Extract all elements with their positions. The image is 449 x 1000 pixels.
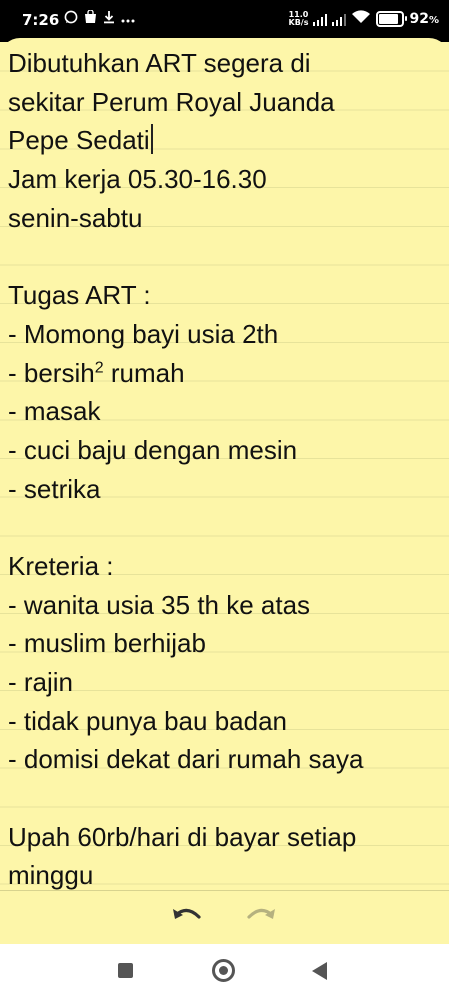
note-line — [8, 237, 441, 276]
battery-icon — [376, 10, 408, 27]
download-icon — [103, 10, 115, 28]
note-line — [8, 508, 441, 547]
screen: 7:26 11.0 KB/s 92% Dibutuhkan ART segera… — [0, 0, 449, 1000]
note-line: - tidak punya bau badan — [8, 705, 287, 736]
note-line: - muslim berhijab — [8, 628, 206, 659]
note-line: Kreteria : — [8, 550, 114, 581]
wifi-icon — [351, 9, 371, 28]
note-line: - rajin — [8, 667, 74, 697]
signal-2-icon — [332, 12, 347, 26]
note-line — [8, 779, 441, 818]
note-line: Tugas ART : — [8, 280, 151, 311]
note-line: Upah 60rb/hari di bayar setiap — [8, 821, 357, 852]
store-icon — [84, 9, 97, 28]
recents-icon[interactable] — [118, 963, 133, 978]
note-line: - Momong bayi usia 2th — [8, 318, 279, 349]
note-line: sekitar Perum Royal Juanda — [8, 86, 335, 117]
status-time: 7:26 — [22, 11, 60, 29]
back-icon[interactable] — [312, 962, 327, 980]
note-line: - setrika — [8, 473, 101, 504]
status-bar: 7:26 11.0 KB/s 92% — [0, 0, 449, 42]
home-icon[interactable] — [212, 959, 235, 982]
net-speed-unit: KB/s — [288, 17, 309, 27]
note-line: Jam kerja 05.30-16.30 — [8, 164, 267, 195]
note-text[interactable]: Dibutuhkan ART segera di sekitar Perum R… — [8, 44, 441, 890]
note-line: - cuci baju dengan mesin — [8, 434, 298, 465]
signal-1-icon — [313, 12, 328, 26]
note-line-with-cursor: Pepe Sedati — [8, 121, 441, 160]
whatsapp-icon — [64, 10, 78, 28]
note-line: senin-sabtu — [8, 202, 143, 233]
navigation-bar — [0, 944, 449, 1000]
redo-icon[interactable] — [246, 905, 276, 930]
notification-icons — [64, 9, 135, 28]
battery-percent: 92% — [409, 10, 439, 27]
note-line: Dibutuhkan ART segera di — [8, 48, 311, 78]
note-line: - bersih2 rumah — [8, 357, 185, 388]
note-line: - wanita usia 35 th ke atas — [8, 589, 311, 620]
note-line: - domisi dekat dari rumah saya — [8, 744, 364, 775]
note-line: minggu — [8, 860, 94, 890]
undo-icon[interactable] — [172, 905, 202, 930]
system-icons: 11.0 KB/s 92% — [288, 9, 439, 28]
note-editor[interactable]: Dibutuhkan ART segera di sekitar Perum R… — [0, 38, 449, 890]
net-speed: 11.0 KB/s — [288, 10, 309, 27]
editor-toolbar — [0, 890, 449, 945]
more-notifications-icon — [121, 11, 135, 27]
note-line: - masak — [8, 396, 101, 427]
text-cursor — [150, 124, 153, 155]
